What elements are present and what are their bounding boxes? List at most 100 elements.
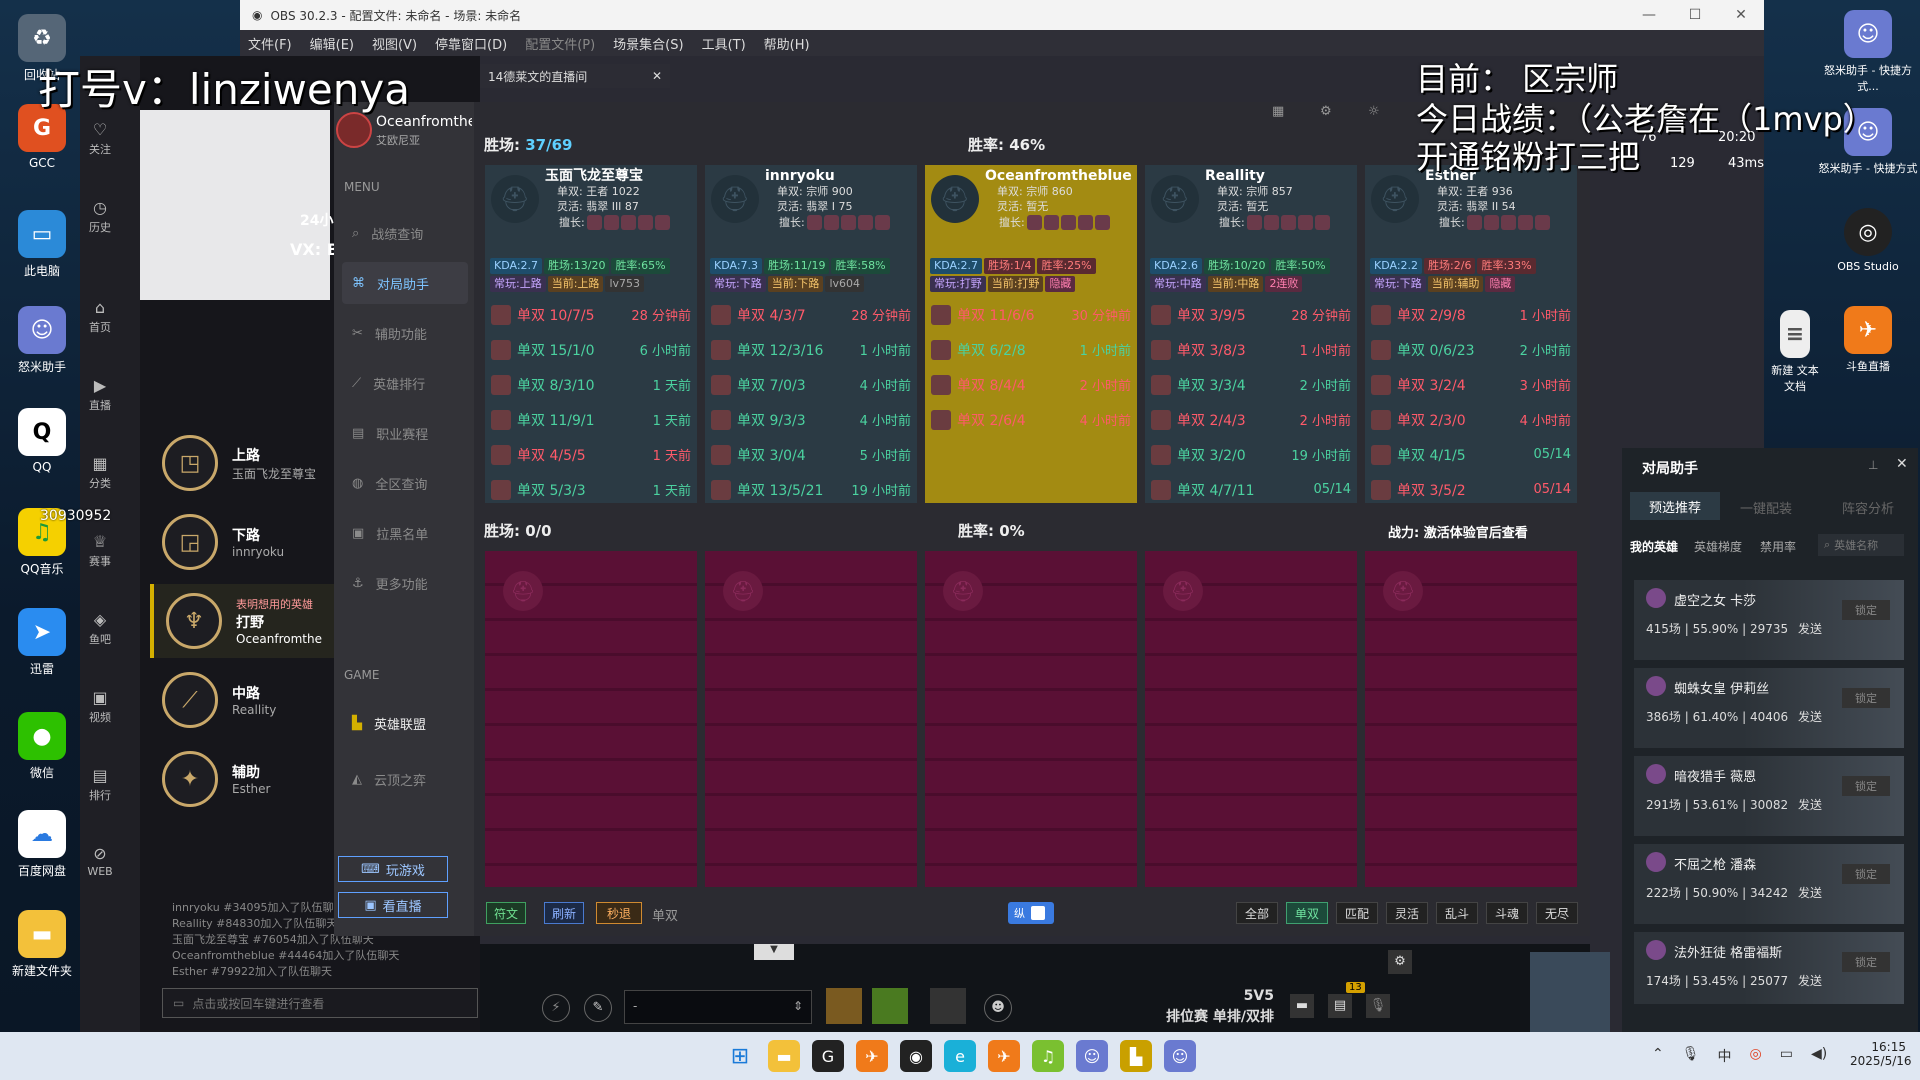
match-row[interactable]: 单双 13/5/21 19 小时前 bbox=[705, 472, 917, 507]
douyu-icon[interactable]: ✈ bbox=[856, 1040, 888, 1072]
chevron-up-icon[interactable]: ⌃ bbox=[1652, 1046, 1664, 1066]
tab-build[interactable]: 一键配装 bbox=[1740, 498, 1792, 517]
player-name[interactable]: 玉面飞龙至尊宝 bbox=[545, 169, 693, 184]
douyu-live-icon[interactable]: ✈ bbox=[988, 1040, 1020, 1072]
match-row[interactable]: 单双 4/1/5 05/14 bbox=[1365, 437, 1577, 472]
nav-match[interactable]: ♕ 赛事 bbox=[70, 532, 130, 569]
lock-button[interactable]: 锁定 bbox=[1842, 952, 1890, 972]
nav-history[interactable]: ◷ 历史 bbox=[70, 198, 130, 235]
send-link[interactable]: 发送 bbox=[1798, 710, 1822, 724]
menu-help[interactable]: 帮助(H) bbox=[764, 34, 810, 53]
qq-music-icon[interactable]: ♫ bbox=[1032, 1040, 1064, 1072]
menu-record-query[interactable]: ⌕ 战绩查询 bbox=[334, 212, 474, 254]
summoner-spell-icon[interactable]: ⚡ bbox=[542, 994, 570, 1022]
filter-normal[interactable]: 匹配 bbox=[1336, 902, 1378, 924]
user-avatar[interactable] bbox=[336, 112, 372, 148]
lock-button[interactable]: 锁定 bbox=[1842, 776, 1890, 796]
player-card[interactable]: ⛑ Oceanfromtheblue 单双: 宗师 860 灵活: 暂无 擅长: KDA:… bbox=[925, 165, 1137, 503]
match-row[interactable]: 单双 3/8/3 1 小时前 bbox=[1145, 332, 1357, 367]
settings-icon[interactable]: ⚙ bbox=[1320, 104, 1332, 119]
desktop-icon-folder[interactable]: ▬ 新建文件夹 bbox=[0, 910, 84, 979]
player-card[interactable]: ⛑ innryoku 单双: 宗师 900 灵活: 翡翠 I 75 擅长: KDA:7.3… bbox=[705, 165, 917, 503]
clock[interactable]: 16:15 2025/5/16 bbox=[1850, 1040, 1912, 1068]
orientation-toggle[interactable]: 纵 bbox=[1008, 902, 1054, 924]
player-card[interactable]: ⛑ Esther 单双: 王者 936 灵活: 翡翠 II 54 擅长: KDA:2.2 胜… bbox=[1365, 165, 1577, 503]
filter-urf[interactable]: 无尽 bbox=[1536, 902, 1578, 924]
match-row[interactable]: 单双 6/2/8 1 小时前 bbox=[925, 332, 1137, 367]
player-name[interactable]: innryoku bbox=[765, 169, 913, 184]
menu-assist[interactable]: ✂ 辅助功能 bbox=[334, 312, 474, 354]
group-icon[interactable]: ▤ bbox=[1328, 994, 1352, 1018]
gear-icon[interactable]: ⚙ bbox=[1388, 950, 1412, 974]
volume-icon[interactable]: ◀) bbox=[1811, 1046, 1827, 1066]
match-row[interactable]: 单双 11/6/6 30 分钟前 bbox=[925, 297, 1137, 332]
tab-close-icon[interactable]: ✕ bbox=[652, 69, 662, 83]
filter-aram[interactable]: 乱斗 bbox=[1436, 902, 1478, 924]
refresh-button[interactable]: 刷新 bbox=[544, 902, 584, 924]
nav-web[interactable]: ⊘ WEB bbox=[70, 844, 130, 878]
network-icon[interactable]: ▭ bbox=[1780, 1046, 1793, 1066]
skin-icon-1[interactable] bbox=[826, 988, 862, 1024]
send-link[interactable]: 发送 bbox=[1798, 974, 1822, 988]
match-row[interactable]: 单双 12/3/16 1 小时前 bbox=[705, 332, 917, 367]
stream-tab[interactable]: 14德莱文的直播间 ✕ bbox=[480, 64, 670, 88]
edit-icon[interactable]: ✎ bbox=[584, 994, 612, 1022]
windows-start-icon[interactable]: ⊞ bbox=[724, 1040, 756, 1072]
match-row[interactable]: 单双 15/1/0 6 小时前 bbox=[485, 332, 697, 367]
close-icon[interactable]: ✕ bbox=[1718, 0, 1764, 30]
match-row[interactable]: 单双 3/5/2 05/14 bbox=[1365, 472, 1577, 507]
match-row[interactable]: 单双 2/6/4 4 小时前 bbox=[925, 402, 1137, 437]
ward-icon[interactable] bbox=[930, 988, 966, 1024]
match-row[interactable]: 单双 9/3/3 4 小时前 bbox=[705, 402, 917, 437]
filter-solo[interactable]: 单双 bbox=[1286, 902, 1328, 924]
match-row[interactable]: 单双 10/7/5 28 分钟前 bbox=[485, 297, 697, 332]
minimize-icon[interactable]: — bbox=[1626, 0, 1672, 30]
close-icon[interactable]: ✕ bbox=[1896, 456, 1908, 472]
runes-button[interactable]: 符文 bbox=[486, 902, 526, 924]
watch-live-button[interactable]: ▣ 看直播 bbox=[338, 892, 448, 918]
nav-home[interactable]: ⌂ 首页 bbox=[70, 298, 130, 335]
tab-preselect[interactable]: 预选推荐 bbox=[1630, 492, 1720, 520]
send-link[interactable]: 发送 bbox=[1798, 798, 1822, 812]
menu-match-helper[interactable]: ⌘ 对局助手 bbox=[342, 262, 468, 304]
rune-select[interactable]: - ⇕ bbox=[624, 990, 812, 1024]
filter-all[interactable]: 全部 bbox=[1236, 902, 1278, 924]
game-lol[interactable]: ▙ 英雄联盟 bbox=[334, 702, 474, 744]
nav-rank[interactable]: ▤ 排行 bbox=[70, 766, 130, 803]
hero-rec[interactable]: 蜘蛛女皇 伊莉丝 386场 | 61.40% | 40406 发送 锁定 bbox=[1634, 668, 1904, 748]
filter-arena[interactable]: 斗魂 bbox=[1486, 902, 1528, 924]
nav-yuba[interactable]: ◈ 鱼吧 bbox=[70, 610, 130, 647]
theme-icon[interactable]: ☼ bbox=[1368, 104, 1380, 119]
send-link[interactable]: 发送 bbox=[1798, 622, 1822, 636]
game-tft[interactable]: ◭ 云顶之弈 bbox=[334, 758, 474, 800]
menu-docks[interactable]: 停靠窗口(D) bbox=[435, 34, 507, 53]
match-row[interactable]: 单双 7/0/3 4 小时前 bbox=[705, 367, 917, 402]
match-row[interactable]: 单双 4/3/7 28 分钟前 bbox=[705, 297, 917, 332]
menu-blacklist[interactable]: ▣ 拉黑名单 bbox=[334, 512, 474, 554]
desktop-icon-textdoc[interactable]: ≡ 新建 文本文档 bbox=[1770, 310, 1820, 394]
dodge-button[interactable]: 秒退 bbox=[596, 902, 642, 924]
nav-video[interactable]: ▣ 视频 bbox=[70, 688, 130, 725]
match-row[interactable]: 单双 2/9/8 1 小时前 bbox=[1365, 297, 1577, 332]
hero-search-input[interactable]: ⌕ 英雄名称 bbox=[1818, 534, 1904, 556]
hero-rec[interactable]: 暗夜猎手 薇恩 291场 | 53.61% | 30082 发送 锁定 bbox=[1634, 756, 1904, 836]
subtab-tier[interactable]: 英雄梯度 bbox=[1694, 538, 1742, 555]
lock-button[interactable]: 锁定 bbox=[1842, 864, 1890, 884]
match-row[interactable]: 单双 8/4/4 2 小时前 bbox=[925, 367, 1137, 402]
player-name[interactable]: Oceanfromtheblue bbox=[985, 169, 1133, 184]
match-row[interactable]: 单双 2/3/0 4 小时前 bbox=[1365, 402, 1577, 437]
menu-file[interactable]: 文件(F) bbox=[248, 34, 292, 53]
player-card[interactable]: ⛑ Reallity 单双: 宗师 857 灵活: 暂无 擅长: KDA:2.6 胜场:10… bbox=[1145, 165, 1357, 503]
match-row[interactable]: 单双 5/3/3 1 天前 bbox=[485, 472, 697, 507]
menu-pro-schedule[interactable]: ▤ 职业赛程 bbox=[334, 412, 474, 454]
player-name[interactable]: Reallity bbox=[1205, 169, 1353, 184]
match-row[interactable]: 单双 3/2/0 19 小时前 bbox=[1145, 437, 1357, 472]
filter-flex[interactable]: 灵活 bbox=[1386, 902, 1428, 924]
menu-region-query[interactable]: ◍ 全区查询 bbox=[334, 462, 474, 504]
desktop-icon-douyu[interactable]: ✈ 斗鱼直播 bbox=[1818, 306, 1918, 374]
menu-edit[interactable]: 编辑(E) bbox=[310, 34, 354, 53]
chat-input[interactable]: ▭ 点击或按回车键进行查看 bbox=[162, 988, 478, 1018]
maximize-icon[interactable]: ☐ bbox=[1672, 0, 1718, 30]
match-row[interactable]: 单双 3/3/4 2 小时前 bbox=[1145, 367, 1357, 402]
match-row[interactable]: 单双 8/3/10 1 天前 bbox=[485, 367, 697, 402]
